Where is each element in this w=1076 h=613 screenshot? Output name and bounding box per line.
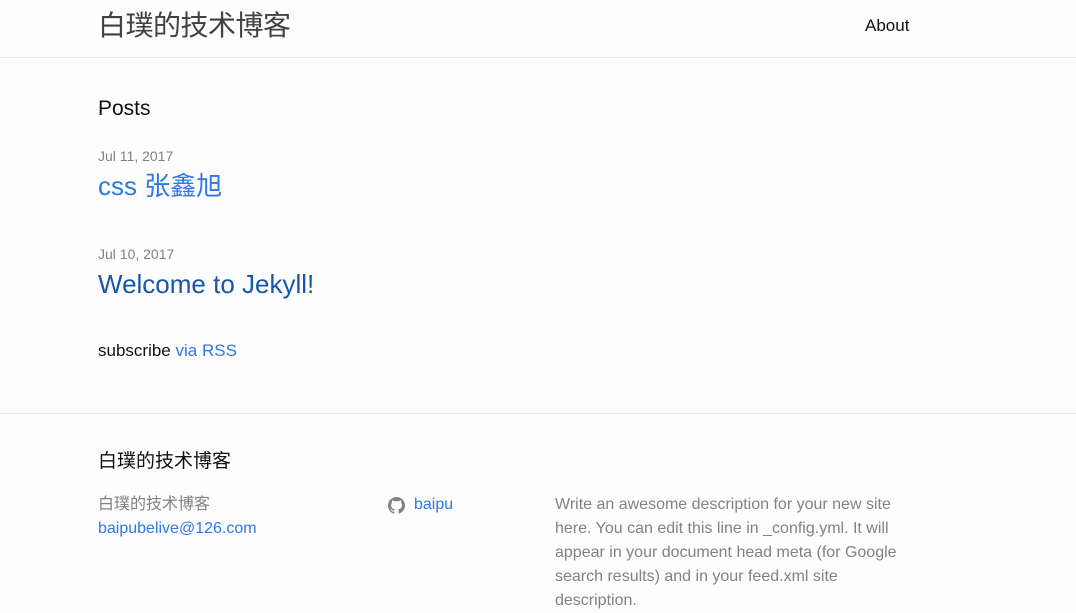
rss-subscribe: subscribe via RSS — [98, 340, 237, 362]
post-link[interactable]: css 张鑫旭 — [98, 170, 222, 202]
post-date: Jul 11, 2017 — [98, 148, 174, 164]
footer-heading: 白璞的技术博客 — [98, 451, 232, 472]
github-icon — [388, 496, 405, 514]
site-footer: 白璞的技术博客 白璞的技术博客 baipubelive@126.com baip… — [0, 413, 1076, 609]
post-date: Jul 10, 2017 — [98, 246, 175, 262]
site-header: 白璞的技术博客 About — [0, 0, 1076, 58]
github-link[interactable]: baipu — [388, 493, 453, 517]
footer-contact-column: 白璞的技术博客 baipubelive@126.com — [98, 493, 368, 541]
nav-link-about[interactable]: About — [865, 16, 909, 36]
post-link[interactable]: Welcome to Jekyll! — [98, 268, 314, 300]
page-heading: Posts — [98, 97, 151, 120]
footer-email-link[interactable]: baipubelive@126.com — [98, 520, 257, 537]
footer-site-name: 白璞的技术博客 — [98, 496, 211, 513]
github-username: baipu — [414, 496, 454, 513]
rss-prefix: subscribe — [98, 341, 171, 360]
footer-description: Write an awesome description for your ne… — [555, 496, 897, 609]
footer-social-column: baipu — [388, 493, 538, 522]
site-title-link[interactable]: 白璞的技术博客 — [98, 8, 291, 44]
rss-link[interactable]: via RSS — [176, 341, 237, 360]
